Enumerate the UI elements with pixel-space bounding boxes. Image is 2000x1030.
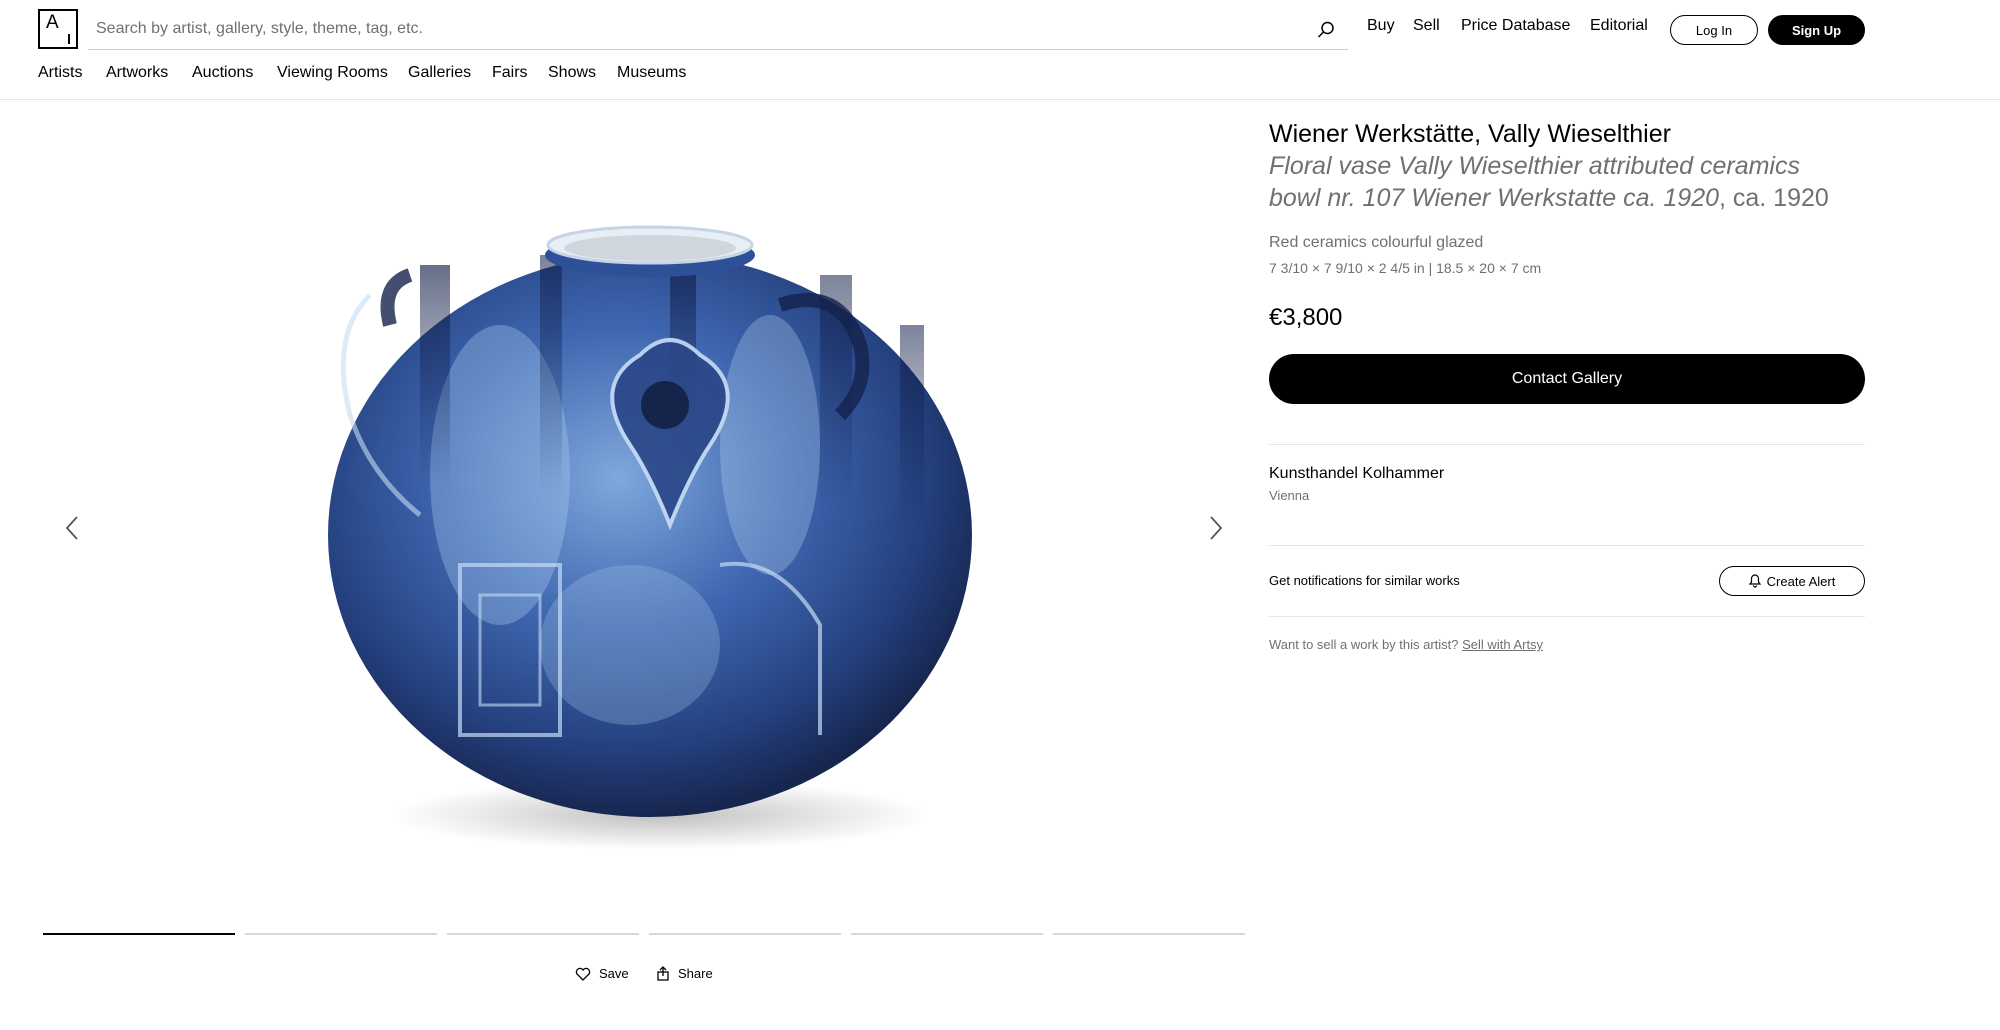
artwork-price: €3,800: [1269, 304, 1343, 331]
divider: [1269, 616, 1865, 617]
artwork-image[interactable]: [300, 215, 1000, 875]
save-label: Save: [599, 966, 629, 981]
gallery-info: Kunsthandel Kolhammer Vienna: [1269, 465, 1865, 545]
subnav-museums[interactable]: Museums: [617, 64, 686, 82]
artsy-logo[interactable]: A: [38, 9, 78, 49]
contact-gallery-button[interactable]: Contact Gallery: [1269, 354, 1865, 404]
sell-text: Want to sell a work by this artist?: [1269, 637, 1463, 652]
share-label: Share: [678, 966, 713, 981]
nav-editorial[interactable]: Editorial: [1590, 17, 1648, 35]
site-header: A Buy Sell Price Database Editorial Log …: [0, 0, 2000, 100]
nav-buy[interactable]: Buy: [1367, 17, 1395, 35]
next-image-arrow-icon[interactable]: [1200, 513, 1230, 543]
share-button[interactable]: Share: [656, 966, 713, 981]
subnav-fairs[interactable]: Fairs: [492, 64, 528, 82]
image-progress-segment[interactable]: [245, 933, 437, 935]
search-icon[interactable]: [1316, 20, 1336, 40]
artwork-date: , ca. 1920: [1719, 184, 1829, 212]
artwork-title-cont: bowl nr. 107 Wiener Werkstatte ca. 1920,…: [1269, 182, 1865, 214]
signup-button[interactable]: Sign Up: [1768, 15, 1865, 45]
nav-sell[interactable]: Sell: [1413, 17, 1440, 35]
search-bar: [88, 10, 1348, 50]
heart-icon: [575, 967, 591, 981]
subnav-artists[interactable]: Artists: [38, 64, 82, 82]
sell-with-artsy-link[interactable]: Sell with Artsy: [1462, 637, 1543, 652]
create-alert-button[interactable]: Create Alert: [1719, 566, 1865, 596]
image-progress-segment[interactable]: [43, 933, 235, 935]
alert-text: Get notifications for similar works: [1269, 573, 1460, 588]
artwork-sidebar: Wiener Werkstätte, Vally Wieselthier Flo…: [1269, 118, 1865, 652]
save-button[interactable]: Save: [575, 966, 629, 981]
subnav-shows[interactable]: Shows: [548, 64, 596, 82]
artwork-title-line2: bowl nr. 107 Wiener Werkstatte ca. 1920: [1269, 184, 1719, 212]
image-progress-segment[interactable]: [851, 933, 1043, 935]
image-progress-segment[interactable]: [649, 933, 841, 935]
subnav-viewing-rooms[interactable]: Viewing Rooms: [277, 64, 388, 82]
create-alert-label: Create Alert: [1766, 573, 1836, 589]
sell-prompt: Want to sell a work by this artist? Sell…: [1269, 637, 1865, 652]
divider: [1269, 444, 1865, 445]
artwork-title-line1: Floral vase Vally Wieselthier attributed…: [1269, 152, 1800, 180]
nav-price-database[interactable]: Price Database: [1461, 17, 1570, 35]
subnav-galleries[interactable]: Galleries: [408, 64, 471, 82]
artwork-dimensions: 7 3/10 × 7 9/10 × 2 4/5 in | 18.5 × 20 ×…: [1269, 260, 1542, 276]
artwork-title: Floral vase Vally Wieselthier attributed…: [1269, 150, 1865, 182]
image-progress-segment[interactable]: [447, 933, 639, 935]
previous-image-arrow-icon[interactable]: [58, 513, 88, 543]
artist-name[interactable]: Wiener Werkstätte, Vally Wieselthier: [1269, 118, 1865, 150]
search-input[interactable]: [88, 10, 1288, 48]
gallery-name[interactable]: Kunsthandel Kolhammer: [1269, 465, 1865, 483]
artwork-medium: Red ceramics colourful glazed: [1269, 234, 1484, 251]
share-icon: [657, 966, 669, 981]
logo-letter: A: [46, 12, 59, 33]
image-progress-segment[interactable]: [1053, 933, 1245, 935]
bell-icon: [1748, 574, 1761, 588]
subnav-artworks[interactable]: Artworks: [106, 64, 168, 82]
alert-row: Get notifications for similar works Crea…: [1269, 546, 1865, 616]
login-button[interactable]: Log In: [1670, 15, 1758, 45]
gallery-location: Vienna: [1269, 488, 1310, 503]
subnav-auctions[interactable]: Auctions: [192, 64, 253, 82]
